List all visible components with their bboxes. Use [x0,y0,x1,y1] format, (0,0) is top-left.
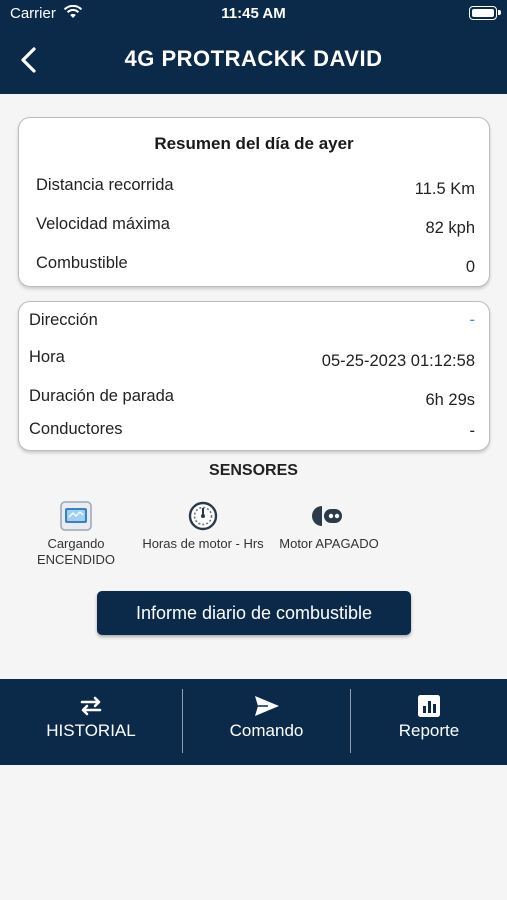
time-value: 05-25-2023 01:12:58 [321,352,475,370]
tab-reporte[interactable]: Reporte [351,679,507,765]
history-icon [80,696,102,716]
stop-duration-label: Duración de parada [29,387,174,405]
drivers-label: Conductores [29,420,123,438]
top-navigation-bar: Carrier 11:45 AM 4G PROTRACKK DAVID [0,0,507,94]
bottom-navigation: HISTORIAL Comando Reporte [0,679,507,765]
tab-historial-label: HISTORIAL [46,721,136,740]
summary-card: Resumen del día de ayer Distancia recorr… [18,117,490,287]
gauge-icon [188,501,218,531]
fuel-label: Combustible [36,254,128,272]
status-bar: Carrier 11:45 AM [0,0,507,28]
charging-icon [60,501,92,531]
distance-value: 11.5 Km [414,180,475,198]
drivers-value: - [469,422,476,440]
summary-title: Resumen del día de ayer [154,134,354,153]
distance-label: Distancia recorrida [36,176,174,194]
send-icon [254,696,279,716]
tab-comando[interactable]: Comando [183,679,350,765]
tab-comando-label: Comando [229,721,304,740]
sensor-engine-hours-label: Horas de motor - Hrs [142,536,264,551]
sensor-charging-label: Cargando ENCENDIDO [36,536,115,567]
address-value[interactable]: - [470,311,476,330]
sensor-charging[interactable]: Cargando ENCENDIDO [11,500,141,568]
sensor-engine-hours[interactable]: Horas de motor - Hrs [138,500,268,552]
ignition-key-icon [312,506,342,526]
status-time: 11:45 AM [221,5,286,22]
tab-reporte-label: Reporte [398,721,460,740]
fuel-report-button[interactable]: Informe diario de combustible [97,591,411,635]
report-icon [418,695,440,717]
sensor-engine[interactable]: Motor APAGADO [264,500,394,552]
sensors-title: SENSORES [209,462,298,479]
max-speed-value: 82 kph [425,219,475,237]
details-card: Dirección - Hora 05-25-2023 01:12:58 Dur… [18,301,490,451]
stop-duration-value: 6h 29s [425,391,475,409]
max-speed-label: Velocidad máxima [36,215,170,233]
battery-icon [469,6,501,20]
page-title: 4G PROTRACKK DAVID [124,46,383,71]
tab-historial[interactable]: HISTORIAL [0,679,182,765]
address-label: Dirección [29,311,98,329]
fuel-value: 0 [465,258,475,276]
sensor-engine-label: Motor APAGADO [279,536,379,551]
time-label: Hora [29,348,65,366]
